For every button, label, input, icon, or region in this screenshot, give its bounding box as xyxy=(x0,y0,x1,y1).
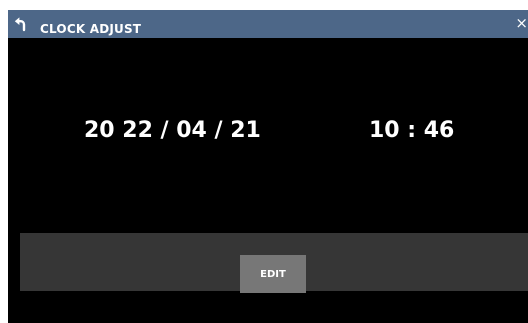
back-button[interactable] xyxy=(8,10,34,38)
action-panel: EDIT xyxy=(20,233,528,293)
edit-button[interactable]: EDIT xyxy=(240,255,306,293)
clock-adjust-screen: CLOCK ADJUST × 20 22 / 04 / 21 10 : 46 E… xyxy=(8,10,528,323)
close-icon[interactable]: × xyxy=(514,15,528,31)
back-arrow-icon xyxy=(14,17,26,32)
time-readout: 10 : 46 xyxy=(369,118,455,143)
window-title: CLOCK ADJUST xyxy=(40,22,142,36)
title-bar: CLOCK ADJUST × xyxy=(8,10,528,38)
date-readout: 20 22 / 04 / 21 xyxy=(84,118,261,143)
